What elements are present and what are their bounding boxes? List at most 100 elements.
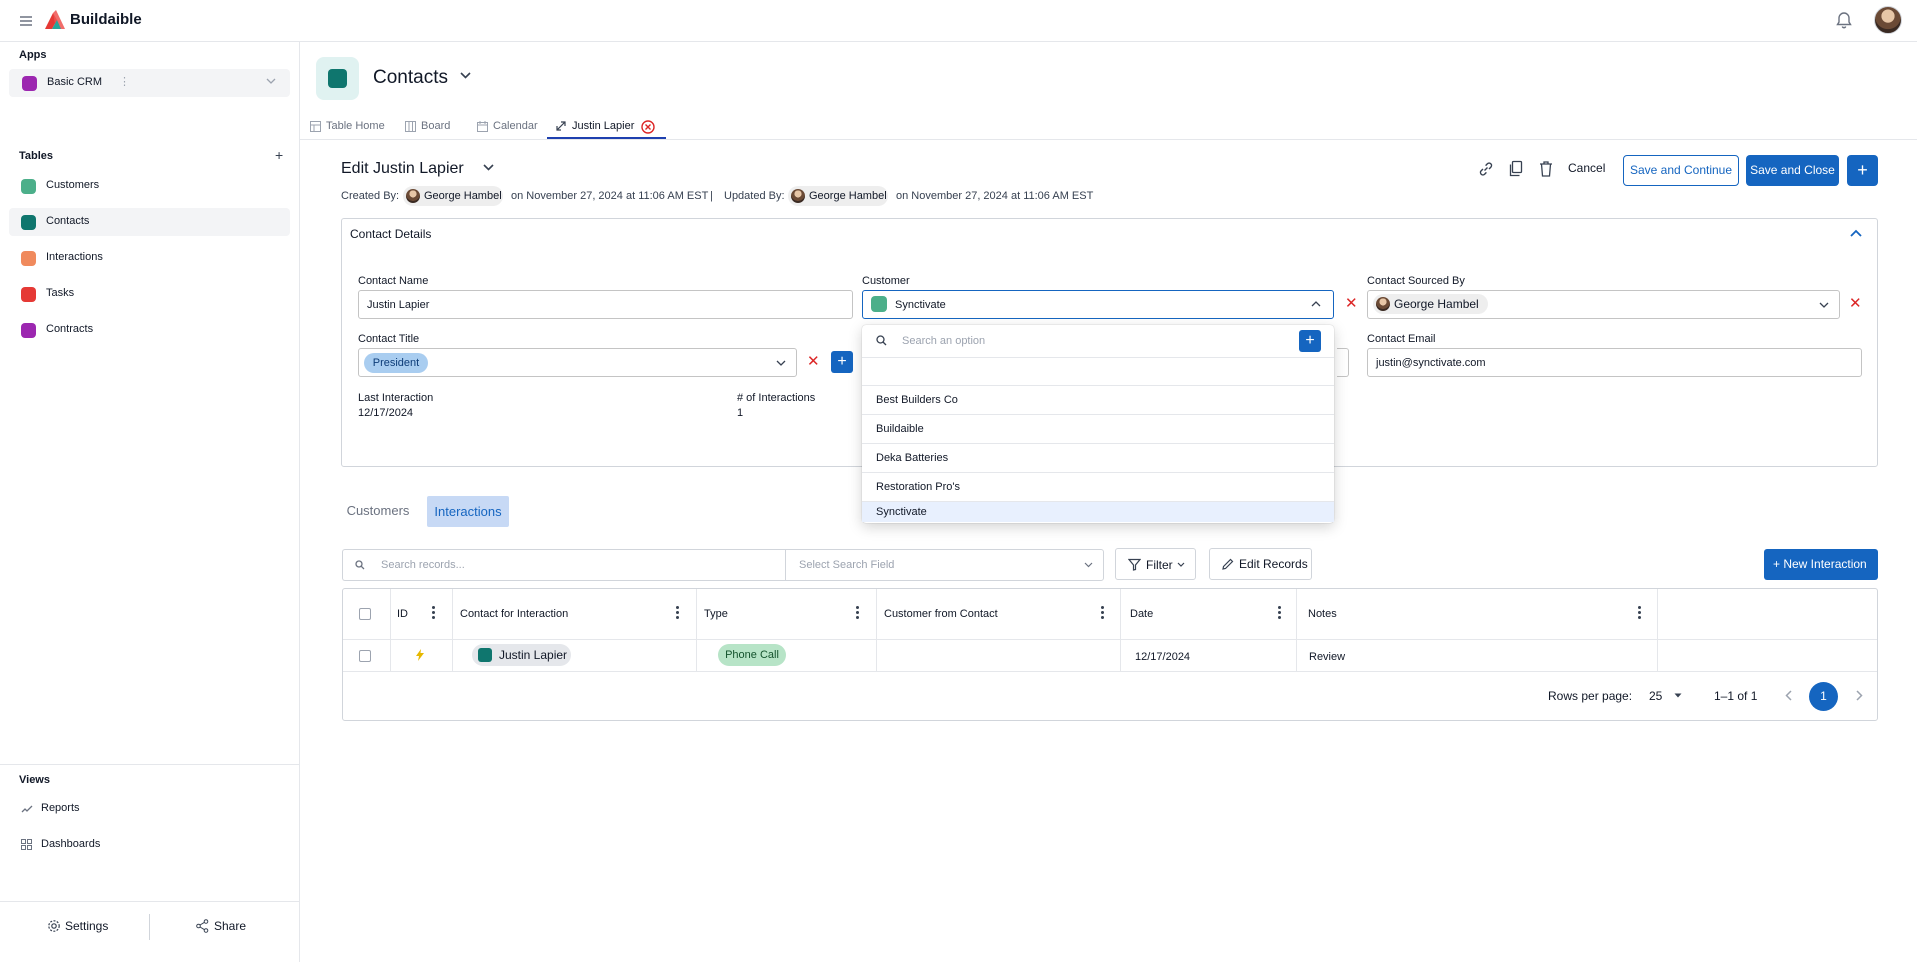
column-menu-icon[interactable]: [1101, 606, 1105, 620]
rows-per-page-select[interactable]: 25: [1649, 689, 1662, 703]
share-icon: [196, 919, 209, 933]
column-menu-icon[interactable]: [676, 606, 680, 620]
select-all-checkbox[interactable]: [359, 608, 371, 620]
contact-title-select[interactable]: President: [358, 348, 797, 377]
brand-name: Buildaible: [70, 11, 142, 28]
new-interaction-label: + New Interaction: [1773, 557, 1867, 571]
sidebar-item-label: Interactions: [46, 251, 103, 263]
column-separator: [876, 589, 877, 671]
customers-table-icon: [21, 179, 36, 194]
option-best-builders-co[interactable]: Best Builders Co: [862, 386, 1334, 414]
contact-name-label: Contact Name: [358, 275, 429, 287]
clear-title-icon[interactable]: ✕: [807, 352, 820, 370]
customer-select[interactable]: Synctivate: [862, 290, 1334, 319]
column-header-type[interactable]: Type: [704, 608, 728, 620]
add-record-button[interactable]: +: [1847, 155, 1878, 186]
chevron-down-icon[interactable]: [1674, 693, 1682, 698]
chevron-left-icon[interactable]: [1785, 690, 1792, 701]
column-header-id[interactable]: ID: [397, 608, 408, 620]
contact-chip[interactable]: Justin Lapier: [472, 644, 571, 666]
sidebar-item-customers[interactable]: Customers: [9, 172, 290, 200]
tab-label: Calendar: [493, 120, 538, 132]
sidebar-item-interactions[interactable]: Interactions: [9, 244, 290, 272]
copy-link-icon[interactable]: [1477, 160, 1497, 180]
sidebar-item-label: Tasks: [46, 287, 75, 299]
contacts-table-badge-icon: [316, 57, 359, 100]
tab-justin-lapier[interactable]: Justin Lapier: [556, 118, 666, 138]
table-title: Contacts: [373, 67, 448, 88]
search-option-input[interactable]: [902, 331, 1262, 351]
sidebar-item-tasks[interactable]: Tasks: [9, 280, 290, 308]
column-header-date[interactable]: Date: [1130, 608, 1153, 620]
edit-records-label: Edit Records: [1239, 557, 1308, 571]
apps-heading: Apps: [19, 49, 47, 61]
sidebar-divider: [0, 764, 300, 765]
drag-handle-icon[interactable]: ⋮: [119, 75, 130, 88]
close-tab-icon[interactable]: [641, 120, 655, 134]
search-records-input[interactable]: Search records...: [342, 549, 785, 581]
option-label: Restoration Pro's: [876, 481, 961, 493]
search-field-select[interactable]: Select Search Field: [785, 549, 1104, 581]
column-separator: [1296, 589, 1297, 671]
column-header-contact[interactable]: Contact for Interaction: [460, 608, 568, 620]
sidebar-item-contracts[interactable]: Contracts: [9, 316, 290, 344]
created-by-chip[interactable]: George Hambel: [403, 186, 503, 206]
column-menu-icon[interactable]: [1278, 606, 1282, 620]
column-header-customer[interactable]: Customer from Contact: [884, 608, 998, 620]
edit-records-button[interactable]: Edit Records: [1209, 548, 1312, 580]
hamburger-menu-icon[interactable]: [18, 13, 34, 29]
avatar: [406, 189, 420, 203]
chevron-right-icon[interactable]: [1856, 690, 1863, 701]
option-buildaible[interactable]: Buildaible: [862, 415, 1334, 443]
add-title-option-button[interactable]: +: [831, 351, 853, 373]
cancel-button[interactable]: Cancel: [1568, 161, 1605, 175]
option-label: Buildaible: [876, 423, 924, 435]
tab-label: Justin Lapier: [572, 120, 635, 132]
filter-button[interactable]: Filter: [1115, 548, 1196, 580]
clear-customer-icon[interactable]: ✕: [1345, 294, 1358, 312]
row-checkbox[interactable]: [359, 650, 371, 662]
contact-email-field[interactable]: justin@synctivate.com: [1367, 348, 1862, 377]
subtab-customers[interactable]: Customers: [343, 496, 413, 526]
option-deka-batteries[interactable]: Deka Batteries: [862, 444, 1334, 472]
chevron-down-icon[interactable]: [460, 72, 471, 79]
new-interaction-button[interactable]: + New Interaction: [1764, 549, 1878, 580]
updated-by-chip[interactable]: George Hambel: [788, 186, 888, 206]
contact-sourced-by-select[interactable]: George Hambel: [1367, 290, 1840, 319]
page-number-button[interactable]: 1: [1809, 682, 1838, 711]
sidebar-item-contacts[interactable]: Contacts: [9, 208, 290, 236]
notifications-bell-icon[interactable]: [1836, 11, 1852, 29]
sourced-by-value: George Hambel: [1394, 297, 1479, 311]
updated-by-label: Updated By:: [724, 190, 785, 202]
chevron-down-icon: [1084, 562, 1093, 568]
sidebar-item-label: Contacts: [46, 215, 90, 227]
column-header-notes[interactable]: Notes: [1308, 608, 1337, 620]
add-option-button[interactable]: +: [1299, 330, 1321, 352]
clear-sourced-by-icon[interactable]: ✕: [1849, 294, 1862, 312]
add-table-icon[interactable]: +: [275, 147, 283, 163]
num-interactions-label: # of Interactions: [737, 392, 816, 404]
pencil-icon: [1221, 558, 1234, 571]
bolt-icon[interactable]: [416, 649, 424, 661]
column-menu-icon[interactable]: [1638, 606, 1642, 620]
contacts-table-icon: [21, 215, 36, 230]
option-restoration-pros[interactable]: Restoration Pro's: [862, 473, 1334, 501]
subtab-interactions[interactable]: Interactions: [427, 496, 509, 527]
option-synctivate[interactable]: Synctivate: [862, 502, 1334, 522]
contact-name-field[interactable]: Justin Lapier: [358, 290, 853, 319]
duplicate-icon[interactable]: [1508, 160, 1528, 180]
column-menu-icon[interactable]: [432, 606, 436, 620]
chevron-down-icon: [266, 78, 276, 84]
search-icon: [355, 560, 365, 570]
save-and-close-button[interactable]: Save and Close: [1746, 155, 1839, 186]
sidebar-item-label: Customers: [46, 179, 100, 191]
customer-label: Customer: [862, 275, 910, 287]
user-avatar[interactable]: [1874, 6, 1902, 34]
save-and-continue-button[interactable]: Save and Continue: [1623, 155, 1739, 186]
settings-label: Settings: [65, 919, 109, 933]
delete-trash-icon[interactable]: [1538, 160, 1558, 180]
chevron-up-icon[interactable]: [1850, 229, 1862, 237]
app-selector[interactable]: Basic CRM ⋮: [9, 69, 290, 97]
chevron-down-icon[interactable]: [483, 164, 494, 171]
column-menu-icon[interactable]: [856, 606, 860, 620]
